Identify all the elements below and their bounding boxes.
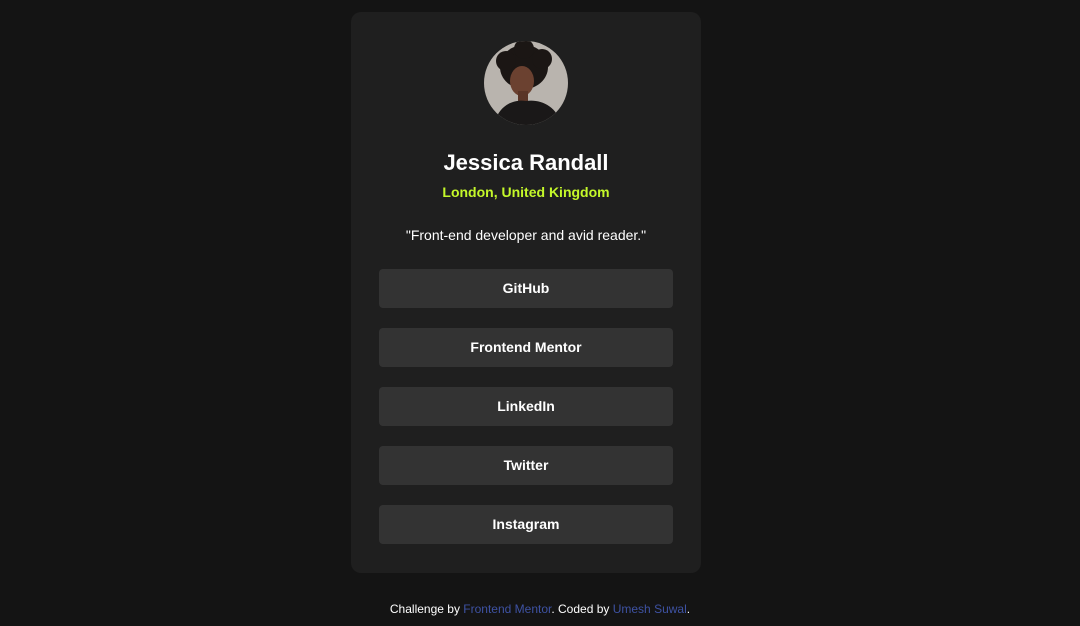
twitter-link-button[interactable]: Twitter (379, 446, 673, 485)
linkedin-link-button[interactable]: LinkedIn (379, 387, 673, 426)
profile-location: London, United Kingdom (442, 184, 610, 200)
avatar-photo-icon (484, 41, 568, 125)
page: Jessica Randall London, United Kingdom "… (0, 0, 1080, 626)
instagram-link-button[interactable]: Instagram (379, 505, 673, 544)
profile-card: Jessica Randall London, United Kingdom "… (351, 12, 701, 573)
frontend-mentor-link-button[interactable]: Frontend Mentor (379, 328, 673, 367)
profile-bio: "Front-end developer and avid reader." (405, 227, 647, 243)
social-links-list: GitHub Frontend Mentor LinkedIn Twitter … (379, 269, 673, 564)
profile-name: Jessica Randall (443, 150, 609, 175)
footer-suffix: . (686, 602, 691, 616)
author-footer-link[interactable]: Umesh Suwal (613, 602, 687, 616)
footer-prefix: Challenge by (389, 602, 464, 616)
github-link-button[interactable]: GitHub (379, 269, 673, 308)
footer-middle: . Coded by (551, 602, 613, 616)
frontend-mentor-footer-link[interactable]: Frontend Mentor (463, 602, 551, 616)
avatar (484, 41, 568, 125)
attribution-footer: Challenge by Frontend Mentor. Coded by U… (0, 600, 1080, 618)
